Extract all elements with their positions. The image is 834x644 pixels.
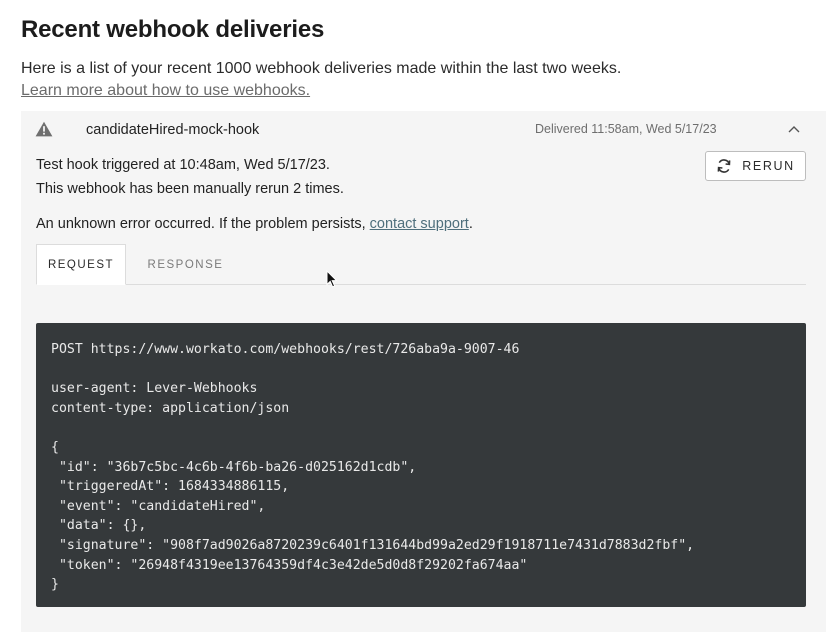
request-response-tabs: REQUEST RESPONSE — [36, 244, 806, 285]
tab-response[interactable]: RESPONSE — [138, 244, 233, 285]
code-line: content-type: application/json — [51, 400, 290, 416]
error-suffix: . — [468, 216, 473, 232]
code-line: "token": "26948f4319ee13764359df4c3e42de… — [51, 557, 528, 573]
refresh-icon — [717, 159, 731, 173]
error-text: An unknown error occurred. If the proble… — [36, 216, 370, 232]
code-line: "event": "candidateHired", — [51, 498, 266, 514]
delivery-status: Delivered 11:58am, Wed 5/17/23 — [535, 122, 717, 136]
code-line: "data": {}, — [51, 518, 147, 534]
trigger-info: Test hook triggered at 10:48am, Wed 5/17… — [36, 157, 330, 173]
rerun-button[interactable]: RERUN — [705, 151, 806, 181]
code-line: } — [51, 577, 59, 593]
rerun-button-label: RERUN — [742, 159, 795, 173]
page-intro: Here is a list of your recent 1000 webho… — [21, 60, 622, 77]
webhook-delivery-card: candidateHired-mock-hook Delivered 11:58… — [21, 111, 826, 632]
contact-support-link[interactable]: contact support — [370, 216, 469, 232]
tab-request[interactable]: REQUEST — [36, 244, 126, 285]
learn-more-link[interactable]: Learn more about how to use webhooks. — [21, 82, 310, 100]
hook-name: candidateHired-mock-hook — [86, 122, 260, 138]
delivery-header[interactable]: candidateHired-mock-hook Delivered 11:58… — [21, 111, 826, 149]
chevron-up-icon[interactable] — [787, 124, 801, 134]
code-line: POST https://www.workato.com/webhooks/re… — [51, 342, 520, 357]
page-title: Recent webhook deliveries — [21, 16, 325, 43]
code-line: "id": "36b7c5bc-4c6b-4f6b-ba26-d025162d1… — [51, 459, 417, 475]
code-line: user-agent: Lever-Webhooks — [51, 381, 258, 397]
rerun-count-info: This webhook has been manually rerun 2 t… — [36, 181, 344, 197]
code-line: { — [51, 439, 59, 455]
warning-icon — [35, 121, 53, 137]
mouse-cursor-icon — [326, 270, 338, 288]
code-line: "triggeredAt": 1684334886115, — [51, 479, 290, 495]
request-code-block: POST https://www.workato.com/webhooks/re… — [36, 323, 806, 607]
code-line: "signature": "908f7ad9026a8720239c6401f1… — [51, 537, 695, 553]
error-message: An unknown error occurred. If the proble… — [36, 216, 473, 232]
request-payload: POST https://www.workato.com/webhooks/re… — [51, 340, 791, 595]
